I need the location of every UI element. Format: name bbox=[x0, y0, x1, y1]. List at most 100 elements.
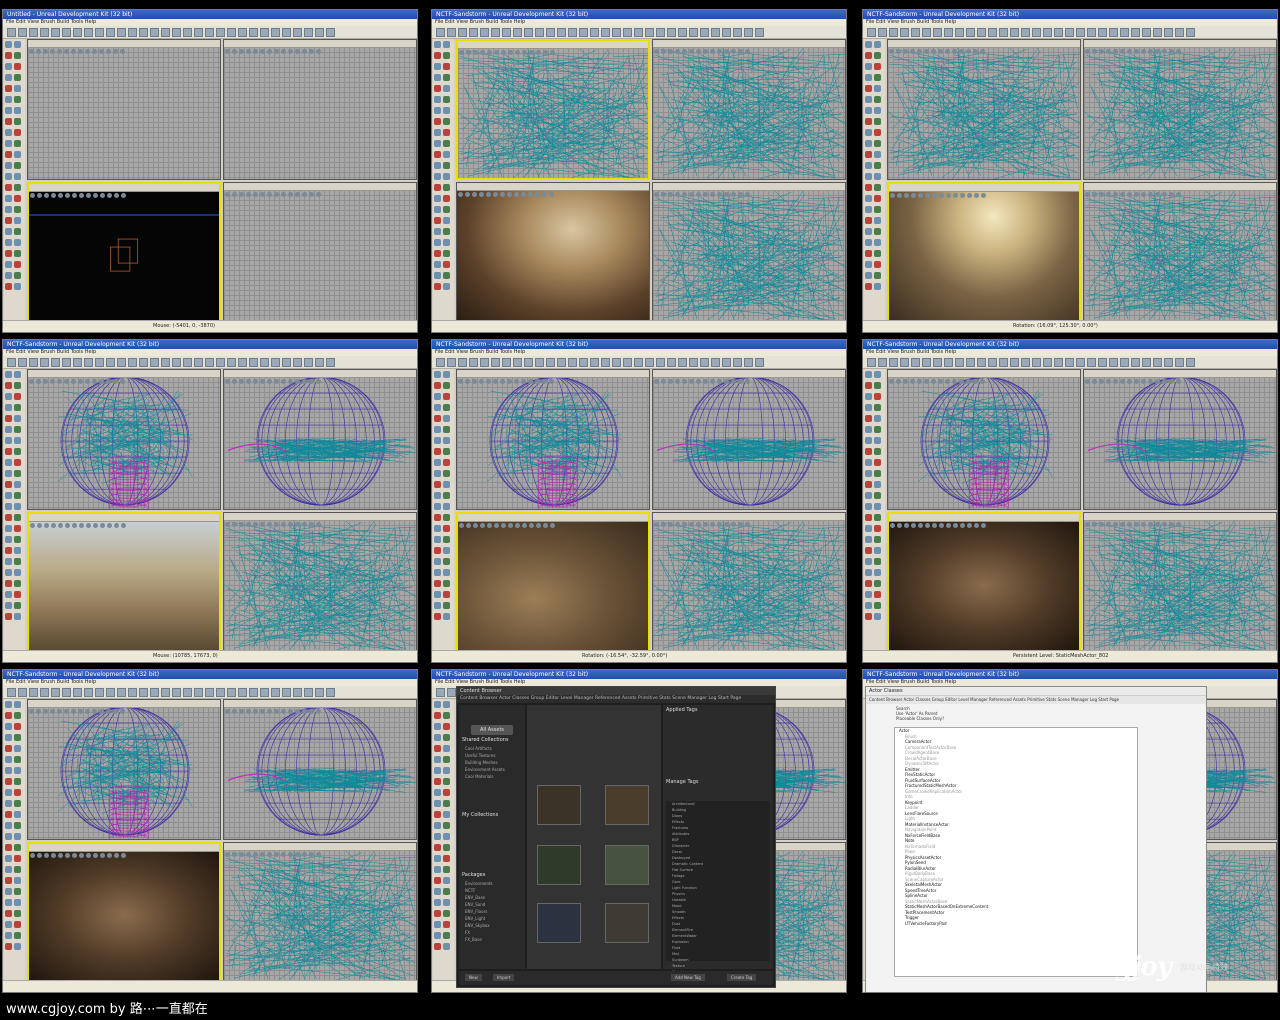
toolbar-tool-icon[interactable] bbox=[271, 358, 280, 367]
view-mode-icon[interactable] bbox=[487, 522, 492, 528]
toolbar-tool-icon[interactable] bbox=[513, 358, 522, 367]
toolbar-tool-icon[interactable] bbox=[988, 358, 997, 367]
viewport-toolbar[interactable] bbox=[224, 182, 416, 197]
view-mode-icon[interactable] bbox=[85, 709, 90, 714]
brush-tool-icon[interactable] bbox=[5, 921, 12, 928]
view-mode-icon[interactable] bbox=[78, 709, 83, 714]
view-mode-icon[interactable] bbox=[232, 521, 237, 527]
brush-tool-icon[interactable] bbox=[865, 184, 872, 191]
brush-tool-icon[interactable] bbox=[874, 580, 881, 587]
brush-tool-icon[interactable] bbox=[14, 404, 21, 411]
toolbar-tool-icon[interactable] bbox=[62, 688, 71, 697]
view-mode-icon[interactable] bbox=[493, 191, 498, 197]
brush-tool-icon[interactable] bbox=[5, 41, 12, 48]
view-mode-icon[interactable] bbox=[945, 49, 950, 54]
brush-tool-icon[interactable] bbox=[865, 63, 872, 70]
brush-tool-icon[interactable] bbox=[14, 525, 21, 532]
brush-tool-icon[interactable] bbox=[14, 844, 21, 851]
brush-tool-icon[interactable] bbox=[874, 74, 881, 81]
view-mode-icon[interactable] bbox=[43, 709, 48, 714]
brush-tool-icon[interactable] bbox=[865, 514, 872, 521]
brush-tool-icon[interactable] bbox=[14, 822, 21, 829]
toolbar-tool-icon[interactable] bbox=[117, 28, 126, 37]
view-mode-icon[interactable] bbox=[113, 379, 118, 384]
toolbar-tool-icon[interactable] bbox=[491, 358, 500, 367]
viewport-perspective[interactable] bbox=[27, 511, 221, 652]
view-mode-icon[interactable] bbox=[946, 522, 951, 528]
view-mode-icon[interactable] bbox=[910, 49, 915, 54]
brush-tool-icon[interactable] bbox=[14, 723, 21, 730]
actor-classes-window[interactable]: Actor Classes Content Browser Actor Clas… bbox=[865, 686, 1207, 992]
brush-tool-icon[interactable] bbox=[874, 481, 881, 488]
brush-tool-icon[interactable] bbox=[434, 811, 441, 818]
brush-tool-icon[interactable] bbox=[5, 184, 12, 191]
view-mode-icon[interactable] bbox=[302, 521, 307, 527]
brush-tool-icon[interactable] bbox=[14, 921, 21, 928]
viewport-toolbar[interactable] bbox=[888, 40, 1080, 54]
asset-thumbnail[interactable] bbox=[537, 845, 581, 885]
view-mode-icon[interactable] bbox=[543, 522, 548, 528]
view-mode-icon[interactable] bbox=[738, 191, 743, 197]
toolbar-tool-icon[interactable] bbox=[557, 28, 566, 37]
brush-tool-icon[interactable] bbox=[5, 613, 12, 620]
import-button[interactable]: Import bbox=[493, 974, 515, 981]
brush-tool-icon[interactable] bbox=[14, 41, 21, 48]
toolbar-tool-icon[interactable] bbox=[216, 358, 225, 367]
view-mode-icon[interactable] bbox=[295, 709, 300, 714]
brush-tool-icon[interactable] bbox=[434, 756, 441, 763]
toolbar-tool-icon[interactable] bbox=[62, 28, 71, 37]
view-mode-icon[interactable] bbox=[239, 191, 244, 197]
view-mode-icon[interactable] bbox=[113, 709, 118, 714]
view-mode-icon[interactable] bbox=[51, 852, 56, 858]
mode-tools-panel[interactable] bbox=[433, 699, 454, 980]
brush-tool-icon[interactable] bbox=[434, 426, 441, 433]
view-mode-icon[interactable] bbox=[696, 49, 701, 54]
view-mode-icon[interactable] bbox=[1120, 191, 1125, 197]
view-mode-icon[interactable] bbox=[465, 379, 470, 384]
toolbar-tool-icon[interactable] bbox=[579, 358, 588, 367]
view-mode-icon[interactable] bbox=[973, 379, 978, 384]
view-mode-icon[interactable] bbox=[65, 522, 70, 528]
view-mode-icon[interactable] bbox=[668, 521, 673, 527]
brush-tool-icon[interactable] bbox=[14, 569, 21, 576]
view-mode-icon[interactable] bbox=[71, 379, 76, 384]
view-mode-icon[interactable] bbox=[281, 709, 286, 714]
brush-tool-icon[interactable] bbox=[874, 283, 881, 290]
brush-tool-icon[interactable] bbox=[874, 371, 881, 378]
toolbar-tool-icon[interactable] bbox=[889, 28, 898, 37]
brush-tool-icon[interactable] bbox=[443, 250, 450, 257]
view-mode-icon[interactable] bbox=[78, 379, 83, 384]
brush-tool-icon[interactable] bbox=[5, 272, 12, 279]
brush-tool-icon[interactable] bbox=[14, 371, 21, 378]
brush-tool-icon[interactable] bbox=[874, 107, 881, 114]
brush-tool-icon[interactable] bbox=[443, 921, 450, 928]
brush-tool-icon[interactable] bbox=[14, 459, 21, 466]
menu-bar[interactable]: File Edit View Brush Build Tools Help bbox=[3, 679, 417, 686]
brush-tool-icon[interactable] bbox=[434, 800, 441, 807]
view-mode-icon[interactable] bbox=[1113, 379, 1118, 384]
brush-tool-icon[interactable] bbox=[865, 536, 872, 543]
view-mode-icon[interactable] bbox=[550, 50, 555, 55]
brush-tool-icon[interactable] bbox=[443, 415, 450, 422]
view-mode-icon[interactable] bbox=[507, 191, 512, 197]
toolbar-tool-icon[interactable] bbox=[1054, 358, 1063, 367]
toolbar-tool-icon[interactable] bbox=[1043, 358, 1052, 367]
view-mode-icon[interactable] bbox=[260, 379, 265, 384]
view-mode-icon[interactable] bbox=[661, 379, 666, 384]
brush-tool-icon[interactable] bbox=[443, 239, 450, 246]
brush-tool-icon[interactable] bbox=[443, 613, 450, 620]
view-mode-icon[interactable] bbox=[1162, 49, 1167, 54]
toolbar-tool-icon[interactable] bbox=[128, 28, 137, 37]
brush-tool-icon[interactable] bbox=[874, 85, 881, 92]
view-mode-icon[interactable] bbox=[92, 379, 97, 384]
brush-tool-icon[interactable] bbox=[14, 74, 21, 81]
toolbar-tool-icon[interactable] bbox=[1175, 358, 1184, 367]
brush-tool-icon[interactable] bbox=[874, 470, 881, 477]
view-mode-icon[interactable] bbox=[58, 192, 63, 198]
toolbar-tool-icon[interactable] bbox=[900, 28, 909, 37]
brush-tool-icon[interactable] bbox=[5, 481, 12, 488]
toolbar-tool-icon[interactable] bbox=[271, 688, 280, 697]
view-mode-icon[interactable] bbox=[966, 49, 971, 54]
brush-tool-icon[interactable] bbox=[865, 239, 872, 246]
brush-tool-icon[interactable] bbox=[5, 811, 12, 818]
